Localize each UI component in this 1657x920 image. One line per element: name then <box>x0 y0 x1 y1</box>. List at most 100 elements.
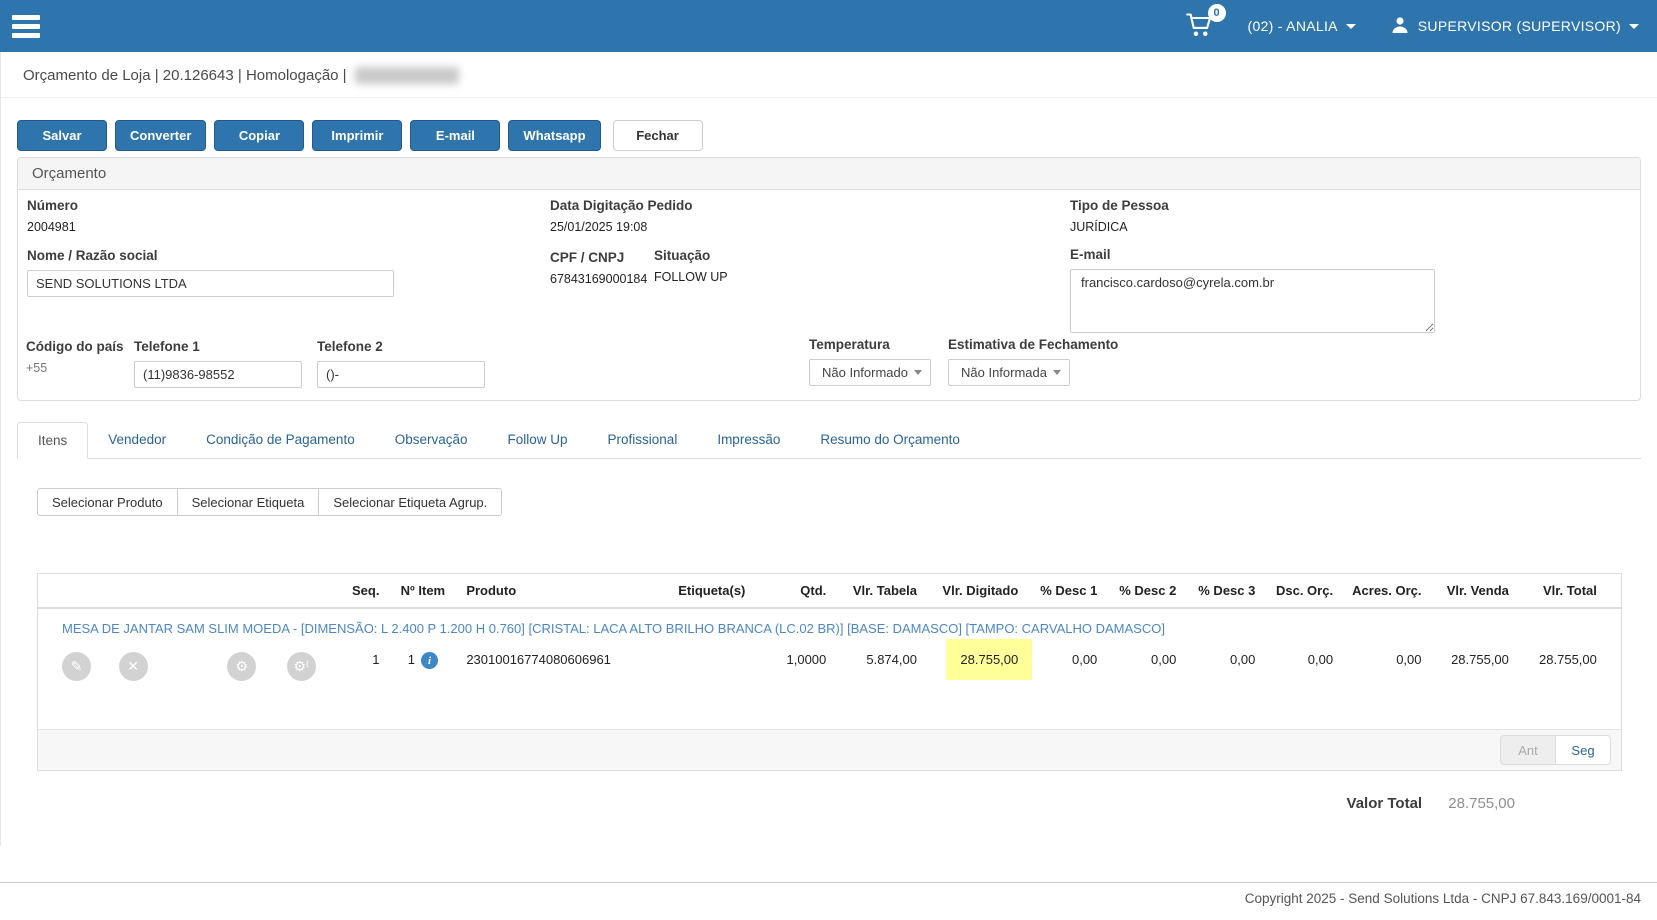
cpf-cnpj-label: CPF / CNPJ <box>550 250 647 265</box>
estimativa-selected-value: Não Informada <box>961 365 1047 380</box>
tab-observacao[interactable]: Observação <box>375 422 488 459</box>
imprimir-button[interactable]: Imprimir <box>312 120 402 151</box>
tab-follow-up[interactable]: Follow Up <box>488 422 588 459</box>
table-header-row: Seq. Nº Item Produto Etiqueta(s) Qtd. Vl… <box>38 574 1622 609</box>
produto-column-header: Produto <box>458 574 658 609</box>
pagination-prev-button[interactable]: Ant <box>1500 735 1556 765</box>
gear-icon[interactable]: ⚙ <box>227 652 256 681</box>
tab-bar: Itens Vendedor Condição de Pagamento Obs… <box>17 421 1641 459</box>
vlr-total-column-header: Vlr. Total <box>1517 574 1605 609</box>
tab-vendedor[interactable]: Vendedor <box>88 422 186 459</box>
vlr-tabela-column-header: Vlr. Tabela <box>834 574 925 609</box>
selecionar-etiqueta-agrup-button[interactable]: Selecionar Etiqueta Agrup. <box>318 488 502 516</box>
whatsapp-button[interactable]: Whatsapp <box>508 120 600 151</box>
item-actions-group: Selecionar Produto Selecionar Etiqueta S… <box>37 488 502 516</box>
edit-item-icon[interactable]: ✎ <box>62 652 91 681</box>
temperatura-select[interactable]: Não Informado <box>809 359 931 386</box>
item-produto-code: 23010016774080606961 <box>458 640 658 730</box>
dsc-orc-column-header: Dsc. Orç. <box>1263 574 1341 609</box>
user-menu[interactable]: SUPERVISOR (SUPERVISOR) <box>1390 15 1639 38</box>
selecionar-produto-button[interactable]: Selecionar Produto <box>37 488 178 516</box>
codigo-pais-label: Código do país <box>26 339 124 354</box>
selecionar-etiqueta-button[interactable]: Selecionar Etiqueta <box>177 488 320 516</box>
estimativa-fechamento-label: Estimativa de Fechamento <box>948 337 1118 352</box>
breadcrumb-text: Orçamento de Loja | 20.126643 | Homologa… <box>23 67 347 84</box>
desc3-column-header: % Desc 3 <box>1184 574 1263 609</box>
itens-tab-content: Selecionar Produto Selecionar Etiqueta S… <box>17 459 1641 812</box>
item-vlr-tabela: 5.874,00 <box>834 640 925 730</box>
item-etiquetas <box>659 640 765 730</box>
panel-title: Orçamento <box>18 158 1640 190</box>
etiquetas-column-header: Etiqueta(s) <box>659 574 765 609</box>
actions-column-header <box>38 574 331 609</box>
telefone2-label: Telefone 2 <box>317 339 485 354</box>
situacao-label: Situação <box>654 248 728 263</box>
seq-column-header: Seq. <box>330 574 387 609</box>
item-desc1: 0,00 <box>1026 640 1105 730</box>
data-digitacao-value: 25/01/2025 19:08 <box>550 220 693 234</box>
cpf-cnpj-value: 67843169000184 <box>550 272 647 286</box>
user-menu-label: SUPERVISOR (SUPERVISOR) <box>1418 18 1621 34</box>
cart-icon <box>1186 25 1214 41</box>
toolbar: Salvar Converter Copiar Imprimir E-mail … <box>17 120 1641 151</box>
item-desc2: 0,00 <box>1105 640 1184 730</box>
tab-resumo-orcamento[interactable]: Resumo do Orçamento <box>800 422 980 459</box>
item-vlr-venda: 28.755,00 <box>1430 640 1517 730</box>
breadcrumb: Orçamento de Loja | 20.126643 | Homologa… <box>1 52 1657 98</box>
gears-icon[interactable]: ⚙⁽ <box>287 652 316 681</box>
tipo-pessoa-value: JURÍDICA <box>1070 220 1169 234</box>
delete-item-icon[interactable]: ✕ <box>119 652 148 681</box>
copyright-footer: Copyright 2025 - Send Solutions Ltda - C… <box>0 882 1657 914</box>
chevron-down-icon <box>1053 370 1061 375</box>
cart-button[interactable]: 0 <box>1186 12 1214 41</box>
item-vlr-digitado-highlighted[interactable]: 28.755,00 <box>946 639 1032 680</box>
tab-itens[interactable]: Itens <box>17 422 88 459</box>
tab-condicao-pagamento[interactable]: Condição de Pagamento <box>186 422 375 459</box>
nome-input[interactable] <box>27 270 394 297</box>
chevron-down-icon <box>1629 24 1639 29</box>
store-selector[interactable]: (02) - ANALIA <box>1248 18 1356 34</box>
pagination-next-button[interactable]: Seg <box>1555 735 1611 765</box>
table-pagination-bar: Ant Seg <box>38 730 1622 771</box>
product-description-row: MESA DE JANTAR SAM SLIM MOEDA - [DIMENSÃ… <box>38 608 1622 640</box>
chevron-down-icon <box>1346 24 1356 29</box>
item-vlr-total: 28.755,00 <box>1517 640 1605 730</box>
vlr-digitado-column-header: Vlr. Digitado <box>925 574 1026 609</box>
item-number: 1 <box>408 652 415 667</box>
desc2-column-header: % Desc 2 <box>1105 574 1184 609</box>
items-table: Seq. Nº Item Produto Etiqueta(s) Qtd. Vl… <box>37 573 1622 771</box>
tab-impressao[interactable]: Impressão <box>697 422 800 459</box>
item-qtd: 1,0000 <box>765 640 834 730</box>
telefone1-input[interactable] <box>134 361 302 388</box>
data-digitacao-label: Data Digitação Pedido <box>550 198 693 213</box>
situacao-value: FOLLOW UP <box>654 270 728 284</box>
item-acres-orc: 0,00 <box>1341 640 1429 730</box>
telefone1-label: Telefone 1 <box>134 339 302 354</box>
email-field[interactable]: francisco.cardoso@cyrela.com.br <box>1070 269 1435 333</box>
cart-count-badge: 0 <box>1208 4 1226 22</box>
info-icon[interactable]: i <box>421 652 438 669</box>
orcamento-panel: Orçamento Número 2004981 Nome / Razão so… <box>17 157 1641 401</box>
item-seq: 1 <box>330 640 387 730</box>
redacted-text <box>355 67 459 84</box>
product-description: MESA DE JANTAR SAM SLIM MOEDA - [DIMENSÃ… <box>38 608 1622 640</box>
valor-total-value: 28.755,00 <box>1448 795 1515 812</box>
acres-orc-column-header: Acres. Orç. <box>1341 574 1429 609</box>
temperatura-label: Temperatura <box>809 337 931 352</box>
salvar-button[interactable]: Salvar <box>17 120 107 151</box>
telefone2-input[interactable] <box>317 361 485 388</box>
hamburger-menu-icon[interactable] <box>12 11 42 42</box>
email-label: E-mail <box>1070 247 1435 262</box>
chevron-down-icon <box>914 370 922 375</box>
user-icon <box>1390 15 1410 38</box>
numero-value: 2004981 <box>27 220 78 234</box>
converter-button[interactable]: Converter <box>115 120 206 151</box>
estimativa-fechamento-select[interactable]: Não Informada <box>948 359 1070 386</box>
fechar-button[interactable]: Fechar <box>613 120 703 151</box>
tab-profissional[interactable]: Profissional <box>588 422 698 459</box>
desc1-column-header: % Desc 1 <box>1026 574 1105 609</box>
email-button[interactable]: E-mail <box>410 120 500 151</box>
copiar-button[interactable]: Copiar <box>214 120 304 151</box>
totals-row: Valor Total 28.755,00 <box>37 795 1515 812</box>
qtd-column-header: Qtd. <box>765 574 834 609</box>
